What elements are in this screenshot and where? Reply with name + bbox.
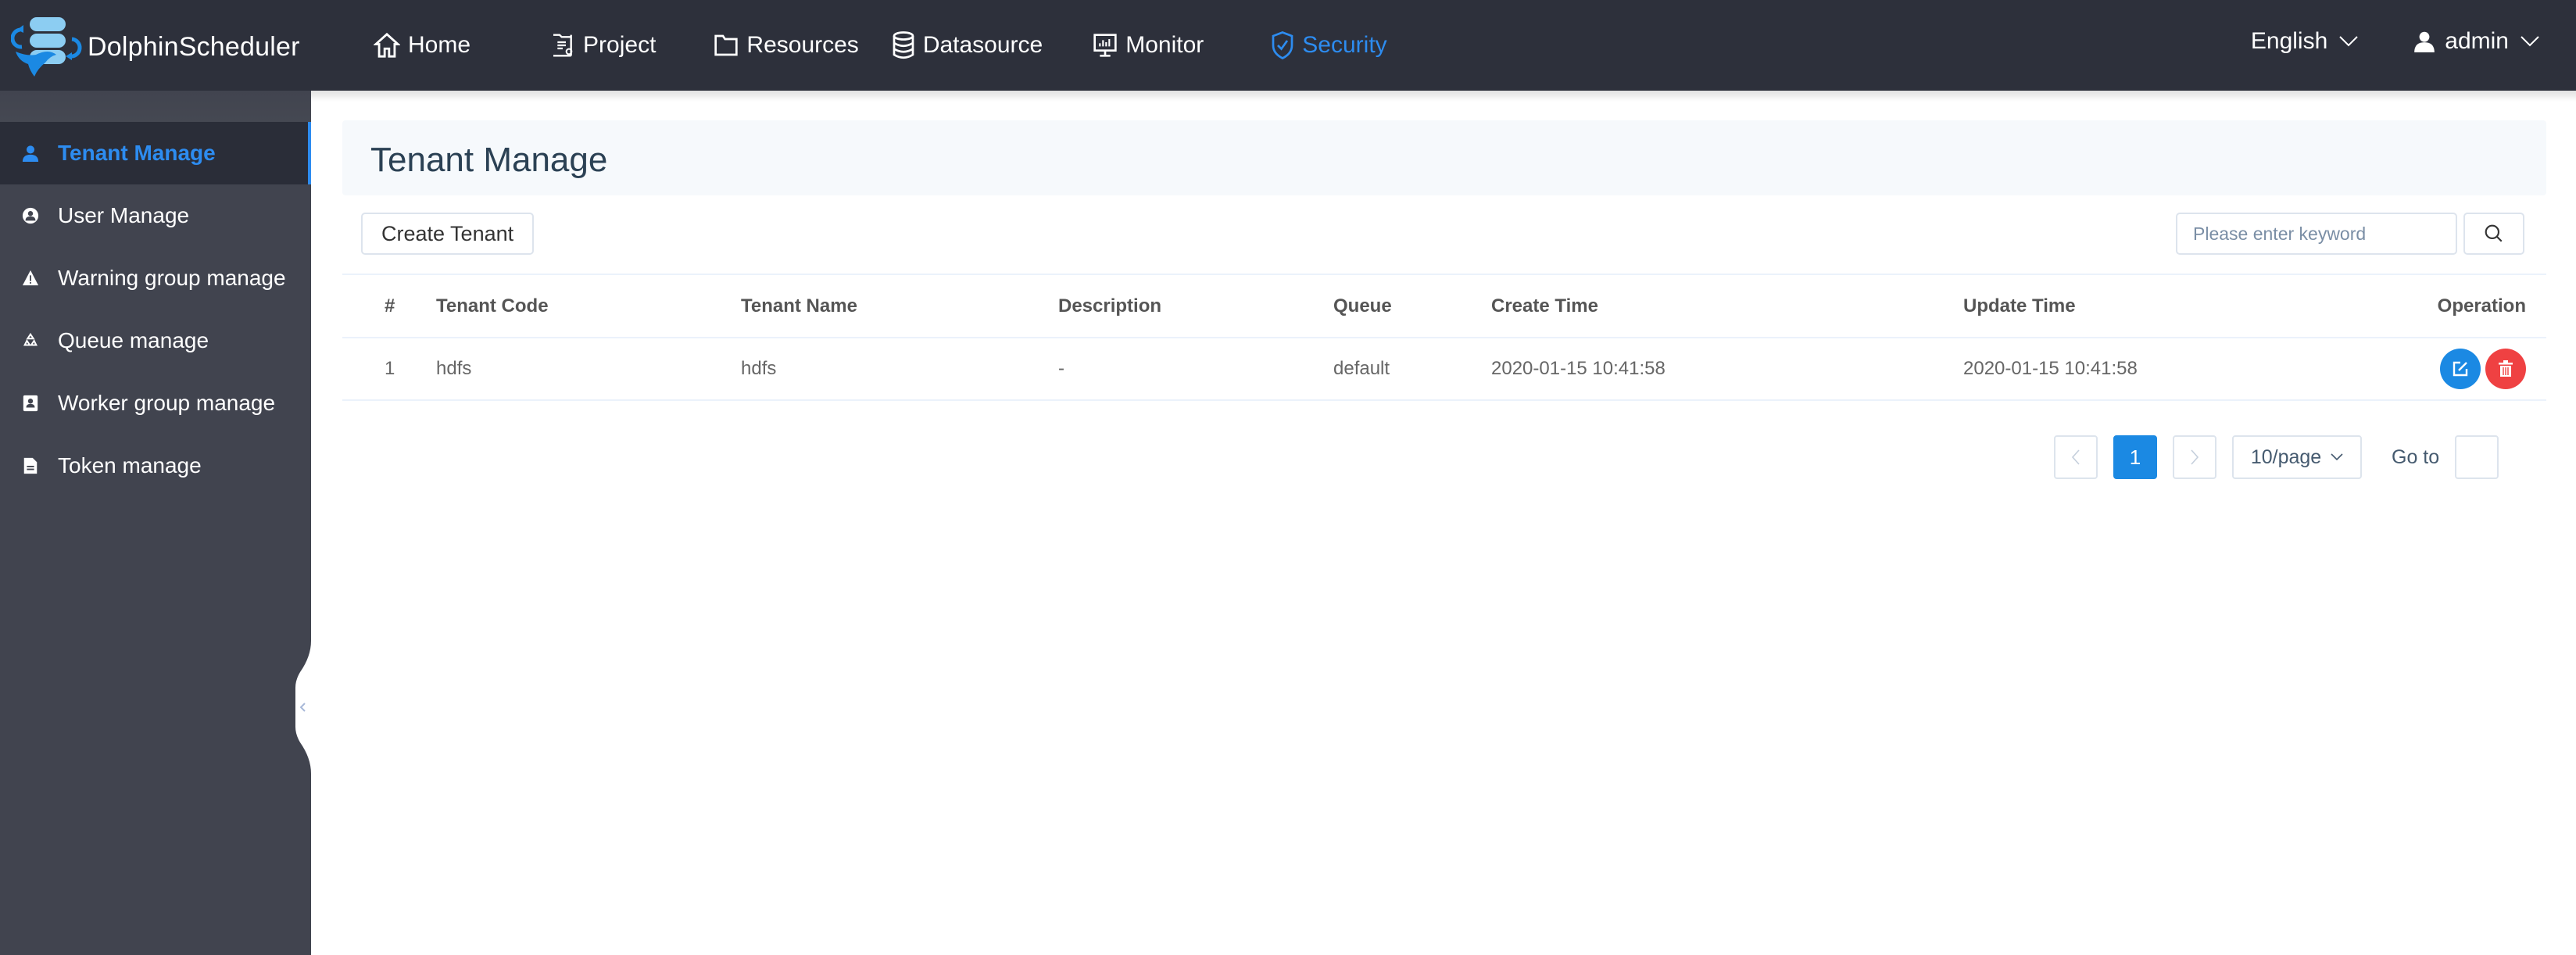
table-row: 1 hdfs hdfs - default 2020-01-15 10:41:5… <box>342 338 2546 401</box>
dolphin-logo-icon <box>11 17 82 77</box>
next-page-button[interactable] <box>2173 435 2216 479</box>
col-tenant-name: Tenant Name <box>741 275 1058 338</box>
warning-icon <box>22 270 39 287</box>
nav-resources-label: Resources <box>746 32 859 58</box>
nav-datasource-label: Datasource <box>922 32 1043 58</box>
cell-queue: default <box>1333 338 1491 401</box>
user-dropdown[interactable]: admin <box>2413 28 2540 55</box>
monitor-icon <box>1093 34 1117 57</box>
database-icon <box>893 31 914 59</box>
chevron-down-icon <box>2521 36 2539 47</box>
nav-home[interactable]: Home <box>374 0 470 91</box>
folder-icon <box>714 34 739 56</box>
language-label: English <box>2250 28 2328 54</box>
sidebar-item-label: Warning group manage <box>58 266 286 290</box>
user-icon <box>22 145 39 162</box>
nav-monitor-label: Monitor <box>1125 32 1204 58</box>
page-title: Tenant Manage <box>370 141 608 179</box>
delete-button[interactable] <box>2485 349 2526 389</box>
edit-icon <box>2453 361 2468 377</box>
nav-project-label: Project <box>583 32 657 58</box>
chevron-left-icon <box>2071 449 2080 465</box>
page-title-bar: Tenant Manage <box>342 120 2546 195</box>
sidebar-item-label: Worker group manage <box>58 391 276 415</box>
contact-card-icon <box>22 395 39 412</box>
sidebar-item-label: User Manage <box>58 203 190 227</box>
cell-tenant-name: hdfs <box>741 338 1058 401</box>
col-update-time: Update Time <box>1963 275 2390 338</box>
sidebar-item-label: Token manage <box>58 453 202 478</box>
tenant-table: # Tenant Code Tenant Name Description Qu… <box>342 275 2546 401</box>
language-dropdown[interactable]: English <box>2251 28 2359 55</box>
home-icon <box>374 32 400 58</box>
edit-button[interactable] <box>2440 349 2481 389</box>
col-operation: Operation <box>2390 275 2546 338</box>
nav-datasource[interactable]: Datasource <box>892 0 1043 91</box>
sidebar-item-worker-group[interactable]: Worker group manage <box>0 372 311 435</box>
recycle-icon <box>22 332 39 349</box>
project-icon <box>553 34 573 57</box>
nav-monitor[interactable]: Monitor <box>1093 0 1204 91</box>
sidebar-item-warning-group[interactable]: Warning group manage <box>0 247 311 309</box>
sidebar-item-label: Tenant Manage <box>58 141 216 165</box>
user-icon <box>2414 31 2435 52</box>
chevron-right-icon <box>2191 449 2199 465</box>
cell-description: - <box>1058 338 1333 401</box>
app-name: DolphinScheduler <box>88 31 300 62</box>
col-create-time: Create Time <box>1491 275 1963 338</box>
shield-check-icon <box>1272 31 1293 59</box>
pagination: 1 10/page Go to <box>2054 435 2499 480</box>
nav-resources[interactable]: Resources <box>714 0 859 91</box>
delete-icon <box>2499 360 2513 377</box>
search-button[interactable] <box>2463 213 2524 255</box>
create-tenant-button[interactable]: Create Tenant <box>361 213 535 255</box>
col-description: Description <box>1058 275 1333 338</box>
sidebar-item-token-manage[interactable]: Token manage <box>0 435 311 497</box>
prev-page-button[interactable] <box>2054 435 2098 479</box>
page-size-select[interactable]: 10/page <box>2232 435 2362 479</box>
cell-operation <box>2390 338 2546 401</box>
page-size-value: 10/page <box>2250 445 2322 468</box>
nav-security[interactable]: Security <box>1271 0 1387 91</box>
user-name: admin <box>2445 28 2509 54</box>
nav-home-label: Home <box>408 32 471 58</box>
chevron-down-icon <box>2331 453 2343 461</box>
col-queue: Queue <box>1333 275 1491 338</box>
app-logo[interactable]: DolphinScheduler <box>11 16 300 78</box>
nav-security-label: Security <box>1302 32 1387 58</box>
main-content: Tenant Manage Create Tenant # Tenant Cod… <box>311 91 2576 955</box>
cell-tenant-code: hdfs <box>436 338 741 401</box>
header-right: English admin <box>2251 0 2576 83</box>
toolbar: Create Tenant <box>342 213 2546 275</box>
file-icon <box>22 457 39 474</box>
main-nav: Home Project Resources Datasource Monito… <box>374 0 1387 91</box>
cell-index: 1 <box>342 338 436 401</box>
user-circle-icon <box>22 207 39 224</box>
sidebar-spacer <box>0 91 311 122</box>
cell-update-time: 2020-01-15 10:41:58 <box>1963 338 2390 401</box>
search-icon <box>2485 224 2503 242</box>
cell-create-time: 2020-01-15 10:41:58 <box>1491 338 1963 401</box>
sidebar-item-user-manage[interactable]: User Manage <box>0 184 311 247</box>
col-tenant-code: Tenant Code <box>436 275 741 338</box>
sidebar-item-label: Queue manage <box>58 328 209 352</box>
page-button-current[interactable]: 1 <box>2113 435 2157 479</box>
sidebar: Tenant Manage User Manage Warning group … <box>0 91 311 955</box>
table-header-row: # Tenant Code Tenant Name Description Qu… <box>342 275 2546 338</box>
chevron-down-icon <box>2339 36 2358 47</box>
search-input[interactable] <box>2176 213 2457 255</box>
top-header: DolphinScheduler Home Project Resources … <box>0 0 2576 91</box>
col-index: # <box>342 275 436 338</box>
sidebar-item-queue-manage[interactable]: Queue manage <box>0 309 311 372</box>
goto-page-input[interactable] <box>2455 435 2499 479</box>
goto-label: Go to <box>2392 445 2440 468</box>
sidebar-item-tenant-manage[interactable]: Tenant Manage <box>0 122 311 184</box>
nav-project[interactable]: Project <box>550 0 656 91</box>
